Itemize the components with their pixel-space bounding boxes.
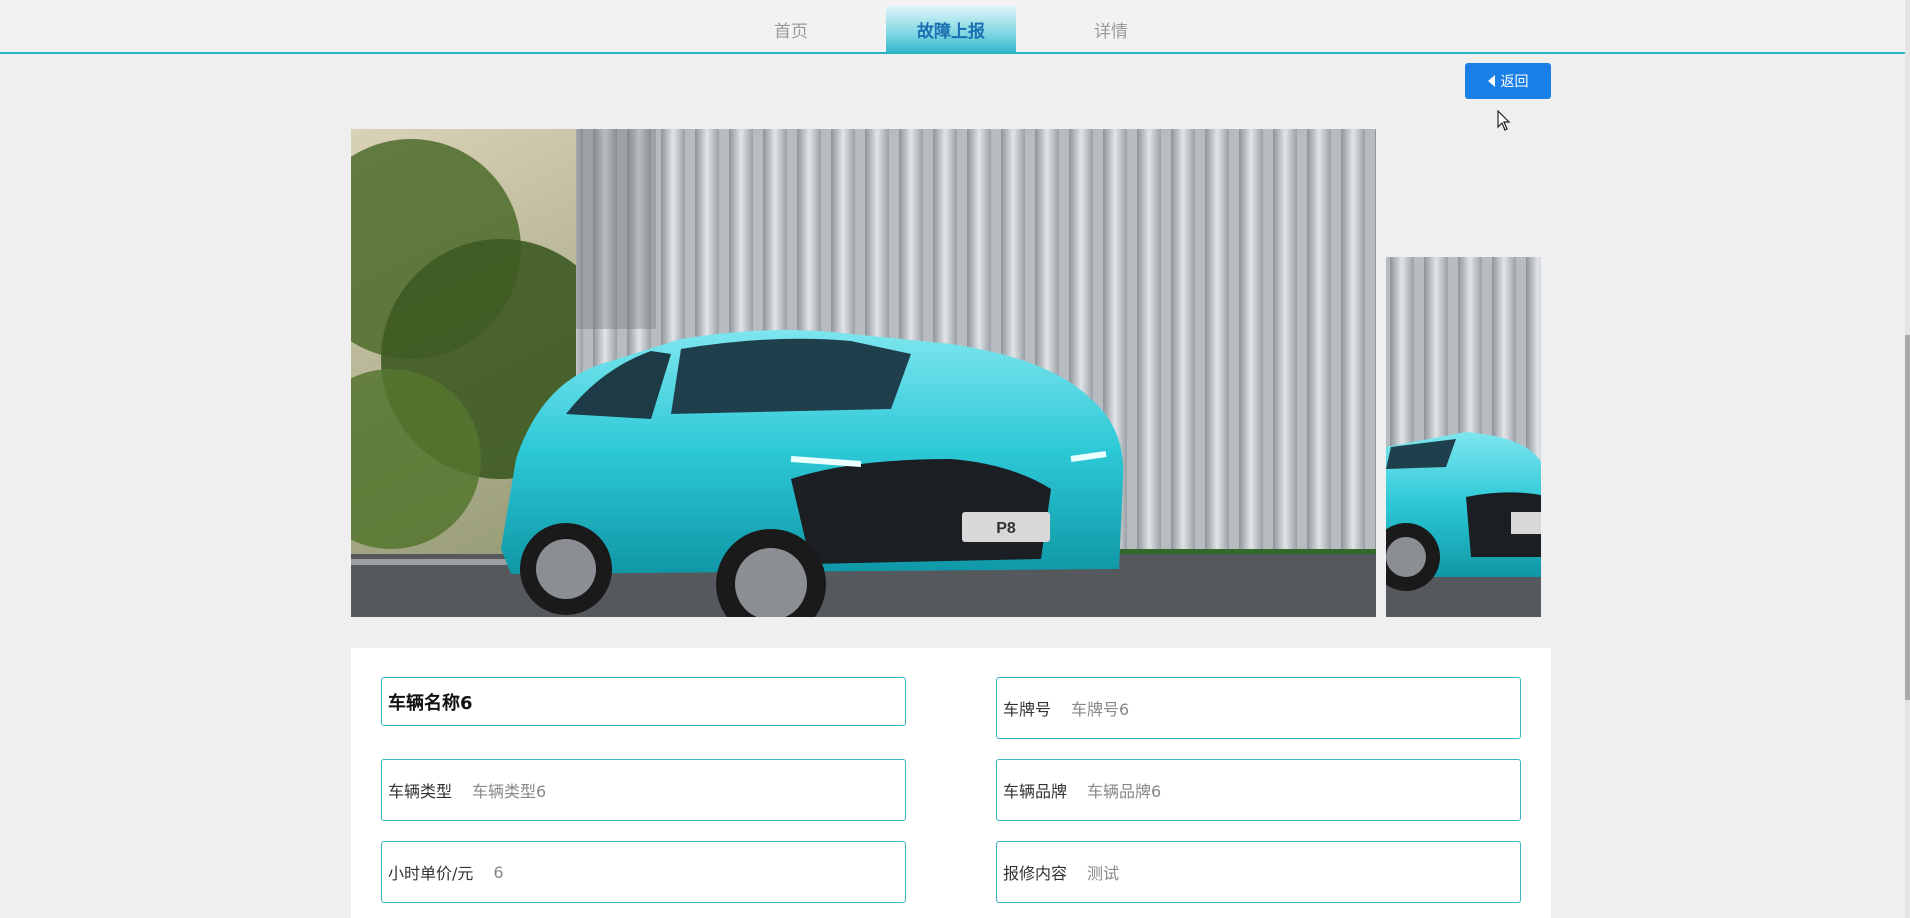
caret-left-icon — [1487, 75, 1495, 87]
hourly-price-field[interactable]: 小时单价/元 6 — [381, 841, 906, 903]
vehicle-photo-main[interactable]: P8 — [351, 129, 1376, 617]
vehicle-brand-field[interactable]: 车辆品牌 车辆品牌6 — [996, 759, 1521, 821]
back-button-label: 返回 — [1500, 74, 1529, 90]
back-button[interactable]: 返回 — [1465, 63, 1551, 99]
tab-home[interactable]: 首页 — [726, 6, 856, 52]
hourly-price-value: 6 — [493, 862, 504, 882]
page-scrollbar-thumb[interactable] — [1905, 335, 1910, 700]
vehicle-name-value: 车辆名称6 — [388, 692, 473, 714]
tab-details[interactable]: 详情 — [1046, 6, 1176, 52]
vehicle-info-form: 车辆名称6 车牌号 车牌号6 车辆类型 车辆类型6 车辆品牌 车辆品牌6 小时单… — [351, 648, 1551, 918]
vehicle-type-value: 车辆类型6 — [472, 782, 547, 801]
vehicle-name-field[interactable]: 车辆名称6 — [381, 677, 906, 726]
plate-number-field[interactable]: 车牌号 车牌号6 — [996, 677, 1521, 739]
vehicle-type-field[interactable]: 车辆类型 车辆类型6 — [381, 759, 906, 821]
plate-number-label: 车牌号 — [1003, 700, 1052, 719]
vehicle-type-label: 车辆类型 — [388, 782, 453, 801]
plate-number-value: 车牌号6 — [1071, 700, 1130, 719]
hourly-price-label: 小时单价/元 — [388, 864, 474, 883]
license-plate-text: P8 — [996, 520, 1016, 537]
top-nav-bar: 首页 故障上报 详情 — [0, 0, 1905, 54]
repair-content-value: 测试 — [1087, 864, 1120, 883]
repair-content-label: 报修内容 — [1003, 864, 1068, 883]
vehicle-brand-value: 车辆品牌6 — [1087, 782, 1162, 801]
repair-content-field[interactable]: 报修内容 测试 — [996, 841, 1521, 903]
vehicle-brand-label: 车辆品牌 — [1003, 782, 1068, 801]
tab-fault-report[interactable]: 故障上报 — [886, 6, 1016, 52]
mouse-cursor-icon — [1497, 110, 1511, 131]
vehicle-photo-thumbnail[interactable] — [1386, 257, 1541, 617]
